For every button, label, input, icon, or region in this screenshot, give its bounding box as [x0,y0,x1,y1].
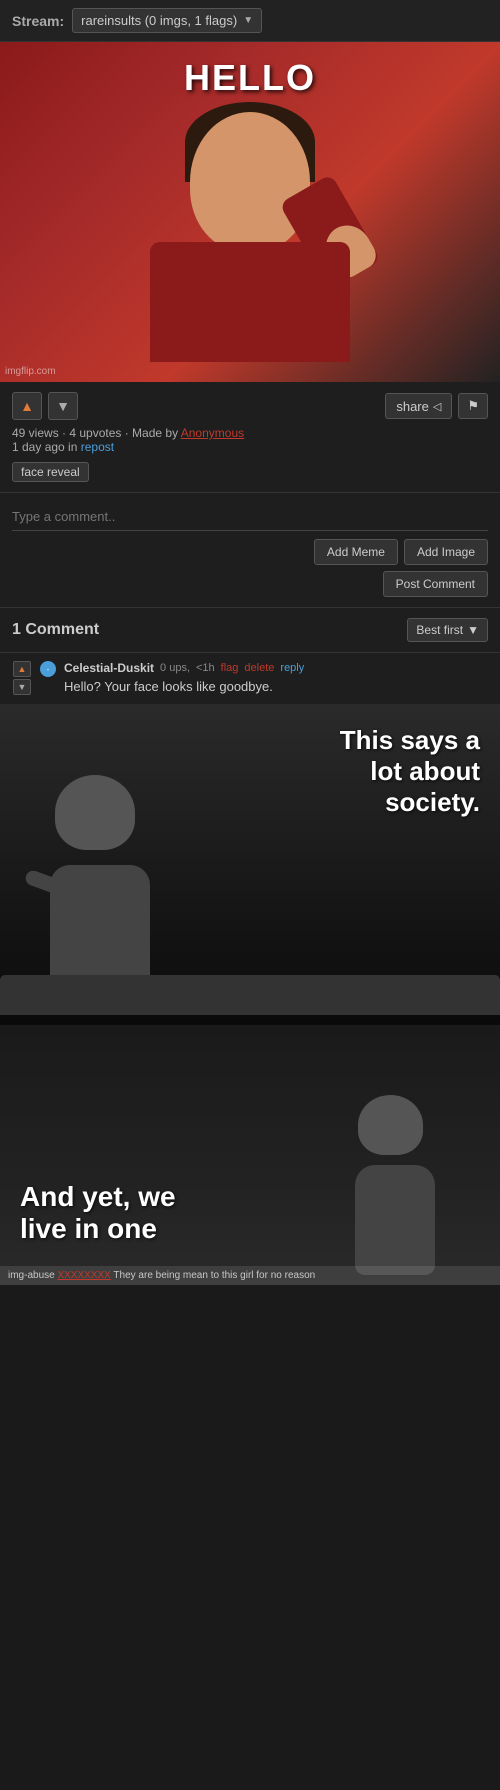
add-image-button[interactable]: Add Image [404,539,488,565]
add-meme-button[interactable]: Add Meme [314,539,398,565]
comment-header-row: Celestial-Duskit 0 ups, <1h flag delete … [64,661,488,675]
society-text-overlay: This says a lot about society. [340,725,480,818]
imgabuse-user-link[interactable]: XXXXXXXX [57,1270,110,1281]
peter2-silhouette [330,1095,470,1275]
vote-buttons: ▲ ▼ [12,392,78,420]
society-text-line1: This says a [340,725,480,756]
comment-input[interactable] [12,503,488,531]
share-button[interactable]: share ◁ [385,393,452,419]
time-label: 1 day ago in [12,440,81,454]
upvote-button[interactable]: ▲ [12,392,42,420]
peter2-head [358,1095,423,1155]
peter2-body [355,1165,435,1275]
face-reveal-tag[interactable]: face reveal [12,462,89,482]
comment-buttons-row: Add Meme Add Image [12,539,488,565]
avatar-icon: - [47,665,50,674]
post-comment-button[interactable]: Post Comment [383,571,488,597]
imgabuse-suffix: They are being mean to this girl for no … [111,1270,315,1281]
stream-value: rareinsults (0 imgs, 1 flags) [81,13,237,28]
andyet-meme: And yet, we live in one img-abuse XXXXXX… [0,1025,500,1285]
sort-chevron-icon: ▼ [467,623,479,637]
meme-image: HELLO imgflip.com [0,42,500,382]
imgabuse-prefix: img-abuse [8,1270,57,1281]
reply-link[interactable]: reply [280,662,304,674]
avatar: - [40,661,56,677]
flag-button[interactable]: ⚑ [458,393,488,419]
andyet-line2: live in one [20,1213,176,1245]
flag-link[interactable]: flag [221,662,239,674]
comment-time: <1h [196,662,215,674]
sort-dropdown[interactable]: Best first ▼ [407,618,488,642]
share-label: share [396,399,429,414]
author-link[interactable]: Anonymous [181,426,244,440]
repost-link[interactable]: repost [81,440,114,454]
downvote-button[interactable]: ▼ [48,392,78,420]
comment-text: Hello? Your face looks like goodbye. [64,678,488,696]
society-text-line2: lot about [340,756,480,787]
face-oval [190,112,310,252]
peter-head [55,775,135,850]
stream-bar: Stream: rareinsults (0 imgs, 1 flags) ▼ [0,0,500,42]
actions-bar: ▲ ▼ share ◁ ⚑ 49 views · 4 upvotes · Mad… [0,382,500,493]
right-actions: share ◁ ⚑ [385,393,488,419]
chevron-down-icon: ▼ [243,15,253,26]
society-text-line3: society. [340,787,480,818]
peter-silhouette [20,775,200,995]
comment-ups: 0 ups, [160,662,190,674]
imgabuse-banner: img-abuse XXXXXXXX They are being mean t… [0,1266,500,1285]
comment-input-area: Add Meme Add Image Post Comment [0,493,500,608]
meta-text: 49 views · 4 upvotes · Made by Anonymous… [12,426,488,454]
meme-image-container: HELLO imgflip.com [0,42,500,382]
person-silhouette [130,102,370,362]
sort-label: Best first [416,623,463,637]
comment-downvote-button[interactable]: ▼ [13,679,31,695]
andyet-line1: And yet, we [20,1181,176,1213]
comments-count: 1 Comment [12,621,99,639]
delete-link[interactable]: delete [244,662,274,674]
society-meme: This says a lot about society. [0,705,500,1025]
comments-header: 1 Comment Best first ▼ [0,608,500,653]
comment-upvote-button[interactable]: ▲ [13,661,31,677]
comment-content: Celestial-Duskit 0 ups, <1h flag delete … [64,661,488,696]
imgflip-watermark: imgflip.com [5,366,56,377]
stream-label: Stream: [12,13,64,29]
views-upvotes: 49 views · 4 upvotes · Made by [12,426,178,440]
share-icon: ◁ [433,400,441,413]
post-comment-row: Post Comment [12,571,488,597]
vote-share-row: ▲ ▼ share ◁ ⚑ [12,392,488,420]
andyet-text-overlay: And yet, we live in one [20,1181,176,1245]
meme-person-figure [0,42,500,382]
body-shirt [150,242,350,362]
comment-author: Celestial-Duskit [64,661,154,675]
desk-element [0,975,500,1015]
comment-item: ▲ ▼ - Celestial-Duskit 0 ups, <1h flag d… [0,653,500,705]
stream-dropdown[interactable]: rareinsults (0 imgs, 1 flags) ▼ [72,8,262,33]
comment-vote-col: ▲ ▼ [12,661,32,695]
